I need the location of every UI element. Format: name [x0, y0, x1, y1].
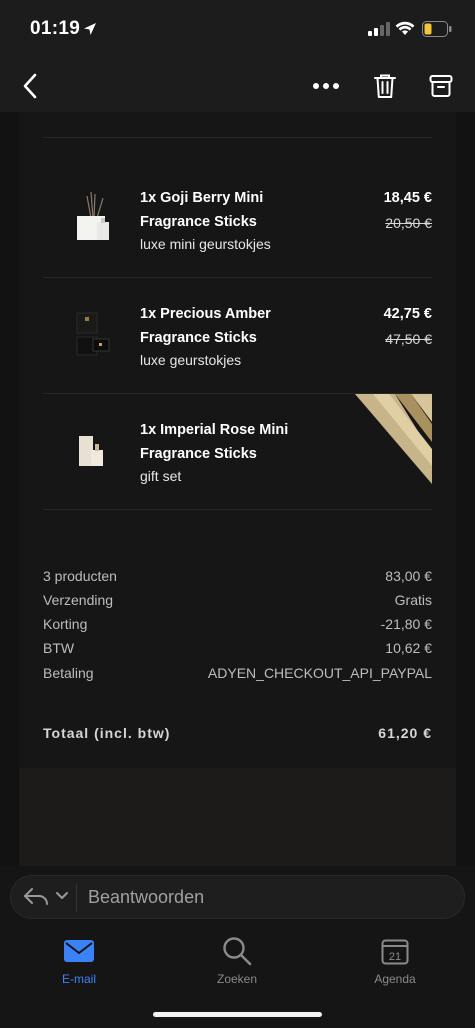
product-title-line1: 1x Precious Amber	[140, 306, 271, 322]
home-indicator[interactable]	[153, 1012, 322, 1017]
product-title: 1x Imperial Rose Mini Fragrance Sticks	[140, 418, 288, 466]
divider	[76, 884, 77, 912]
product-subtitle: luxe mini geurstokjes	[140, 236, 271, 252]
divider	[43, 137, 432, 138]
location-arrow-icon	[84, 23, 96, 35]
divider	[43, 277, 432, 278]
tab-email[interactable]: E-mail	[29, 934, 129, 986]
product-subtitle: gift set	[140, 468, 182, 484]
product-title: 1x Goji Berry Mini Fragrance Sticks	[140, 186, 263, 234]
calendar-day: 21	[389, 951, 401, 963]
nav-bar	[0, 60, 475, 112]
total-label: Totaal (incl. btw)	[43, 725, 171, 741]
email-footer	[19, 768, 456, 866]
tab-label: Agenda	[374, 972, 416, 986]
summary-row-products: 3 producten 83,00 €	[43, 568, 432, 592]
trash-icon	[374, 74, 396, 98]
summary-row-shipping: Verzending Gratis	[43, 592, 432, 616]
product-subtitle: luxe geurstokjes	[140, 352, 242, 368]
product-old-price: 20,50 €	[385, 215, 432, 231]
tab-label: E-mail	[61, 972, 96, 986]
summary-value: ADYEN_CHECKOUT_API_PAYPAL	[207, 665, 432, 681]
product-image-goji-berry	[77, 192, 109, 240]
back-button[interactable]	[12, 68, 48, 104]
calendar-icon: 21	[381, 939, 409, 965]
product-image-precious-amber	[76, 312, 110, 356]
chevron-left-icon	[23, 73, 37, 99]
summary-row-discount: Korting -21,80 €	[43, 616, 432, 640]
reply-placeholder[interactable]: Beantwoorden	[88, 887, 204, 908]
wifi-icon	[395, 21, 415, 35]
product-price: 42,75 €	[383, 306, 432, 322]
email-body[interactable]: 1x Goji Berry Mini Fragrance Sticks luxe…	[19, 112, 456, 768]
product-title: 1x Precious Amber Fragrance Sticks	[140, 302, 271, 350]
tab-search[interactable]: Zoeken	[187, 934, 287, 986]
summary-value: Gratis	[394, 592, 432, 608]
summary-label: Verzending	[43, 592, 114, 608]
summary-label: BTW	[43, 640, 75, 656]
delete-button[interactable]	[367, 68, 403, 104]
summary-row-vat: BTW 10,62 €	[43, 640, 432, 664]
tab-calendar[interactable]: 21 Agenda	[345, 934, 445, 986]
product-title-line2: Fragrance Sticks	[140, 214, 257, 230]
product-image-imperial-rose	[79, 436, 103, 466]
archive-box-icon	[429, 75, 453, 97]
summary-label: Korting	[43, 616, 88, 632]
bottom-toolbar: Beantwoorden E-mail Zoeken 21 Agenda	[0, 866, 475, 1028]
archive-button[interactable]	[423, 68, 459, 104]
divider	[43, 509, 432, 510]
reply-arrow-icon[interactable]	[23, 887, 49, 905]
summary-label: Betaling	[43, 665, 94, 681]
product-title-line1: 1x Imperial Rose Mini	[140, 422, 289, 438]
product-title-line1: 1x Goji Berry Mini	[140, 190, 264, 206]
mail-icon	[64, 940, 94, 962]
status-bar: 01:19	[0, 0, 475, 60]
tab-label: Zoeken	[216, 972, 258, 986]
chevron-down-icon[interactable]	[55, 891, 69, 901]
more-button[interactable]	[308, 68, 344, 104]
summary-label: 3 producten	[43, 568, 117, 584]
summary-value: -21,80 €	[380, 616, 432, 632]
product-old-price: 47,50 €	[385, 331, 432, 347]
search-icon	[223, 937, 252, 966]
status-time: 01:19	[30, 18, 81, 39]
summary-value: 83,00 €	[385, 568, 432, 584]
total-value: 61,20 €	[378, 725, 432, 741]
ellipsis-icon	[313, 83, 339, 89]
order-total: Totaal (incl. btw) 61,20 €	[43, 725, 432, 741]
gift-ribbon-image	[355, 394, 432, 484]
product-title-line2: Fragrance Sticks	[140, 330, 257, 346]
summary-value: 10,62 €	[385, 640, 432, 656]
product-price: 18,45 €	[383, 190, 432, 206]
cellular-signal-icon	[368, 22, 390, 36]
reply-bar[interactable]: Beantwoorden	[10, 875, 465, 919]
product-title-line2: Fragrance Sticks	[140, 446, 257, 462]
battery-icon	[422, 21, 452, 37]
summary-row-payment: Betaling ADYEN_CHECKOUT_API_PAYPAL	[43, 665, 432, 689]
